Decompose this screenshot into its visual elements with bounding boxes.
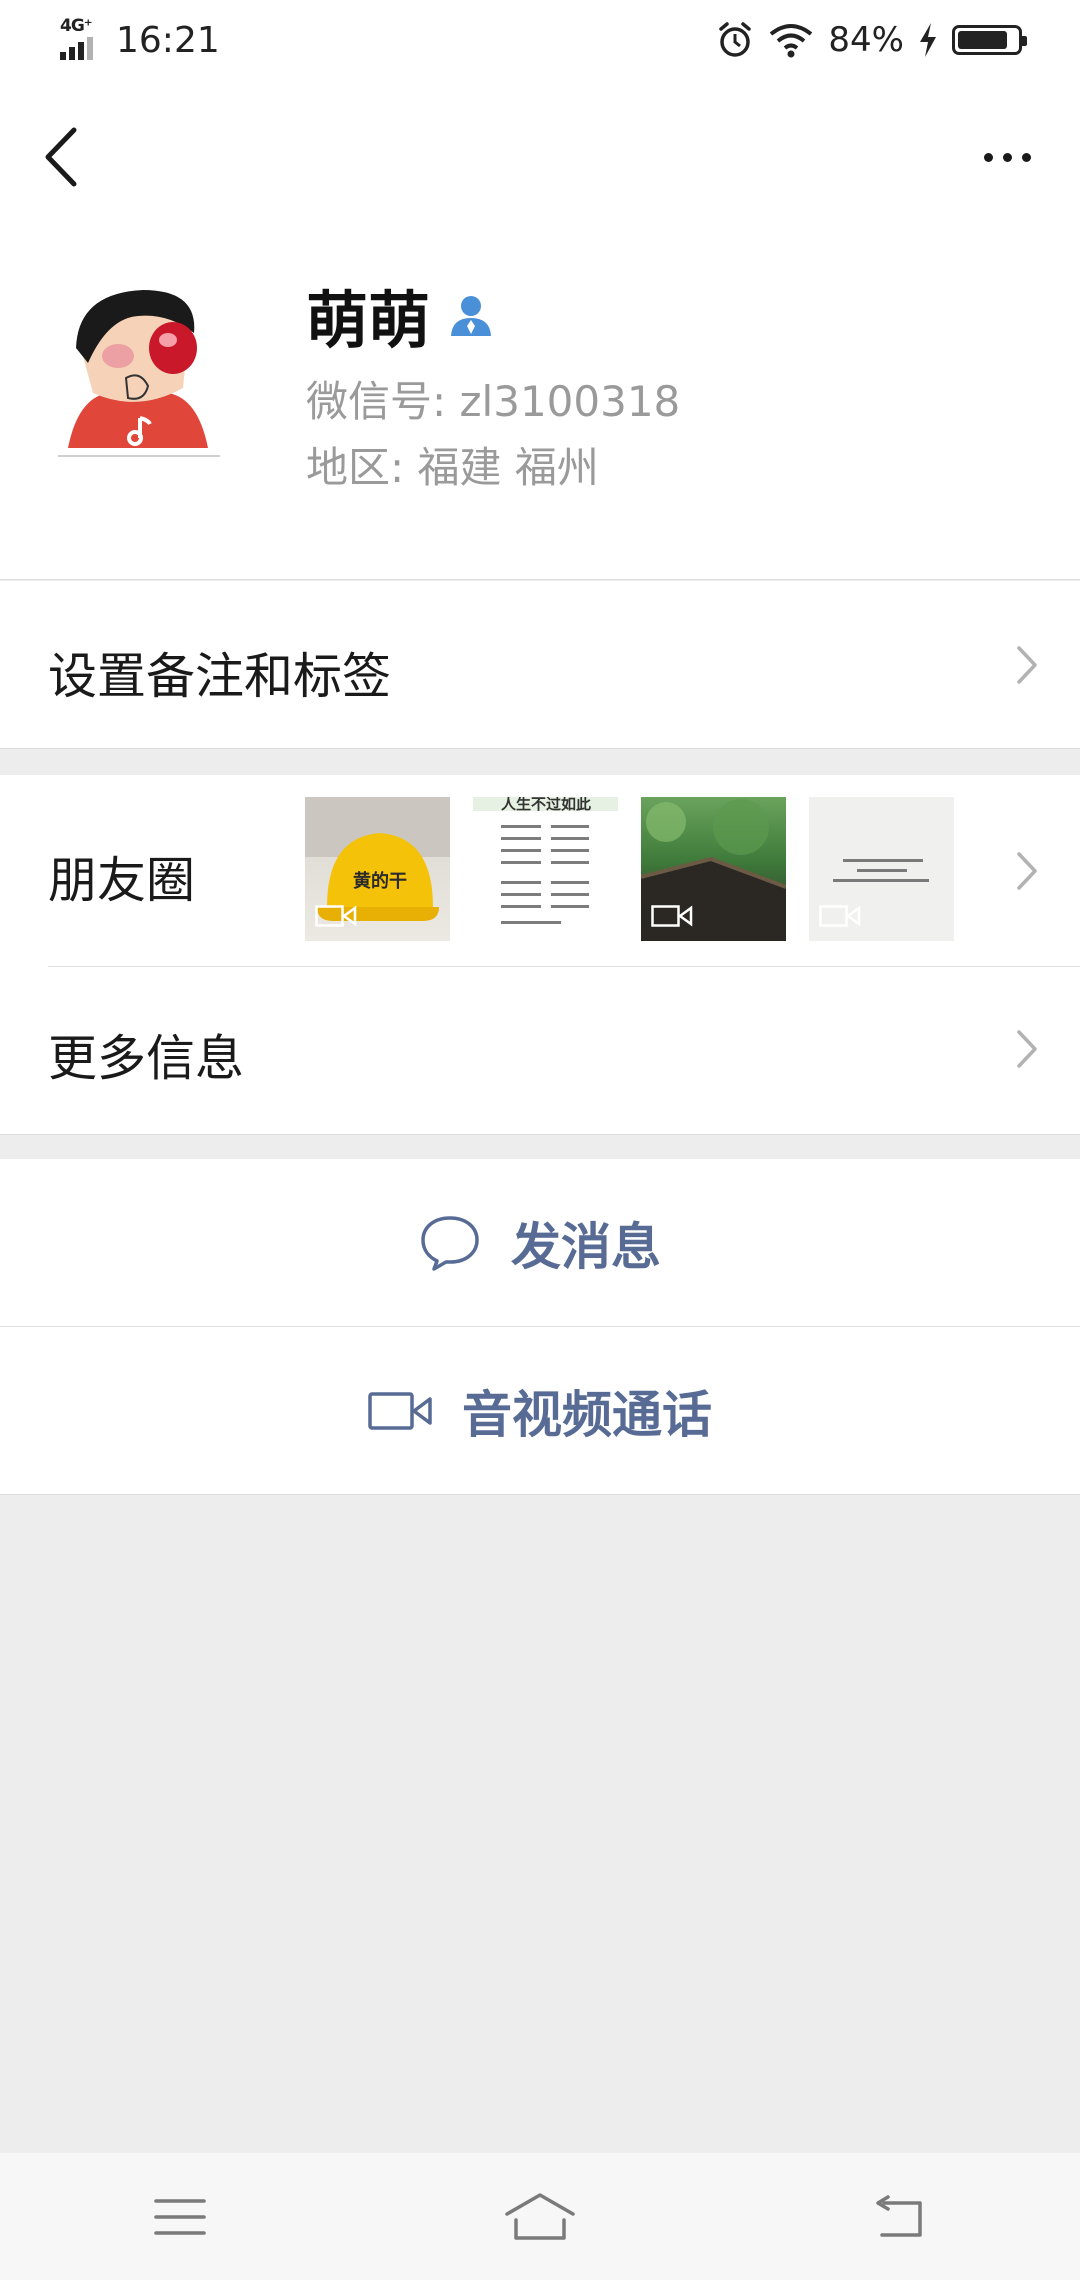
- chevron-left-icon: [45, 127, 77, 187]
- wifi-icon: [770, 24, 813, 58]
- chat-bubble-icon: [421, 1215, 479, 1271]
- home-icon: [505, 2192, 575, 2240]
- video-call-label: 音视频通话: [462, 1385, 712, 1444]
- back-system-button[interactable]: [860, 2187, 940, 2247]
- moment-thumbnail[interactable]: 人生不过如此: [473, 797, 618, 941]
- moments-cell[interactable]: 朋友圈 黄的干 人生不过如此: [0, 775, 1080, 967]
- battery-icon: [952, 25, 1027, 55]
- status-left: 4G⁺ 16:21: [58, 16, 220, 62]
- moment-text-title: 人生不过如此: [501, 797, 592, 813]
- send-message-label: 发消息: [511, 1217, 661, 1276]
- chevron-right-icon: [1017, 1030, 1037, 1068]
- moments-thumbnails: 黄的干 人生不过如此: [305, 797, 954, 941]
- set-remark-label: 设置备注和标签: [48, 648, 392, 705]
- send-message-button[interactable]: 发消息: [0, 1159, 1080, 1327]
- video-call-button[interactable]: 音视频通话: [0, 1327, 1080, 1495]
- more-info-label: 更多信息: [48, 1030, 245, 1087]
- top-nav-bar: [0, 80, 1080, 230]
- set-remark-and-tags-cell[interactable]: 设置备注和标签: [0, 581, 1080, 749]
- chevron-right-icon: [1017, 646, 1037, 684]
- person-icon: [451, 296, 492, 336]
- back-button[interactable]: [38, 122, 88, 192]
- moment-thumbnail[interactable]: 黄的干: [305, 797, 450, 941]
- video-camera-icon: [368, 1391, 432, 1430]
- system-navigation-bar: [0, 2153, 1080, 2280]
- status-time: 16:21: [116, 19, 220, 61]
- helmet-text: 黄的干: [353, 870, 407, 892]
- menu-icon: [154, 2198, 206, 2235]
- alarm-icon: [719, 22, 752, 57]
- cellular-signal-icon: 4G⁺: [58, 16, 104, 62]
- video-icon: [651, 905, 693, 927]
- network-type: 4G⁺: [60, 16, 93, 36]
- chevron-right-icon: [1017, 852, 1037, 890]
- home-button[interactable]: [500, 2187, 580, 2247]
- return-icon: [876, 2194, 922, 2237]
- profile-name: 萌萌: [306, 284, 431, 357]
- profile-header: 萌萌 微信号: zl3100318 地区: 福建 福州: [0, 230, 1080, 580]
- more-options-button[interactable]: [972, 132, 1042, 182]
- moments-label: 朋友圈: [48, 852, 196, 909]
- moment-thumbnail[interactable]: [809, 797, 954, 941]
- name-row: 萌萌: [306, 272, 680, 358]
- avatar[interactable]: [48, 278, 230, 460]
- status-bar: 4G⁺ 16:21 84%: [0, 0, 1080, 80]
- menu-button[interactable]: [140, 2187, 220, 2247]
- video-icon: [819, 905, 861, 927]
- wechat-id: 微信号: zl3100318: [306, 377, 681, 426]
- battery-percent: 84%: [828, 20, 904, 60]
- profile-info: 萌萌 微信号: zl3100318 地区: 福建 福州: [306, 272, 681, 492]
- charging-icon: [920, 23, 936, 57]
- video-icon: [315, 905, 357, 927]
- region: 地区: 福建 福州: [306, 443, 599, 492]
- more-dots-icon: [983, 152, 993, 162]
- moment-thumbnail[interactable]: [641, 797, 786, 941]
- more-info-cell[interactable]: 更多信息: [0, 967, 1080, 1135]
- status-right: 84%: [716, 20, 1027, 60]
